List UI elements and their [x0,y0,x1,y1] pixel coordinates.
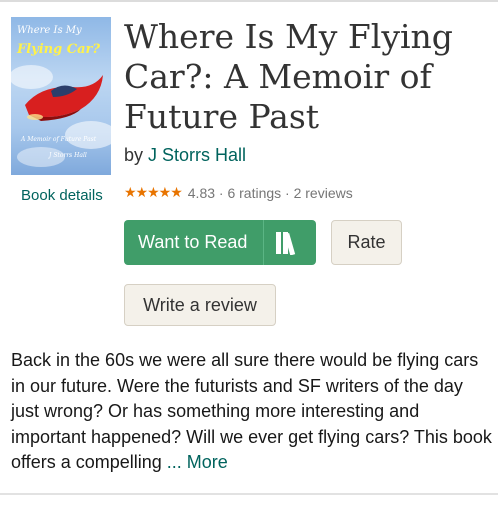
cover-text-line3: A Memoir of Future Past [20,136,97,143]
want-to-read-button[interactable]: Want to Read [124,220,316,265]
by-label: by [124,145,144,165]
write-review-button[interactable]: Write a review [124,284,276,326]
rating-text[interactable]: 4.83 · 6 ratings · 2 reviews [188,185,353,201]
book-details-link[interactable]: Book details [21,187,103,204]
bottom-divider [0,493,498,495]
rate-button[interactable]: Rate [331,220,402,265]
book-description: Back in the 60s we were all sure there w… [11,348,495,476]
byline: by J Storrs Hall [124,145,246,166]
button-divider [263,220,264,265]
author-link[interactable]: J Storrs Hall [148,145,246,165]
cover-text-line4: J Storrs Hall [47,152,87,159]
description-text: Back in the 60s we were all sure there w… [11,350,492,472]
book-cover-image[interactable]: Where Is My Flying Car? A Memoir of Futu… [11,17,111,175]
top-divider [0,0,498,2]
book-title: Where Is My Flying Car?: A Memoir of Fut… [124,17,453,136]
cover-text-line2: Flying Car? [16,42,100,57]
want-to-read-label: Want to Read [138,232,248,252]
more-link[interactable]: ... More [167,452,228,472]
cover-text-line1: Where Is My [17,25,82,36]
rating-summary: ★★★★★ 4.83 · 6 ratings · 2 reviews [124,184,353,201]
rating-stars-icon: ★★★★★ [124,184,183,200]
bookshelf-icon[interactable] [275,231,303,260]
